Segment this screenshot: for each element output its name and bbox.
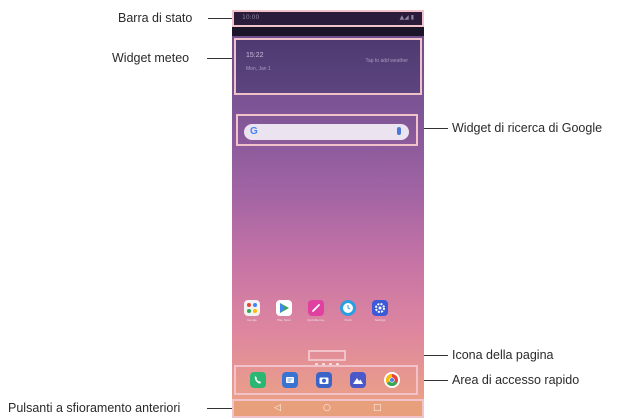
status-bar-shade xyxy=(232,26,424,36)
callout-box-page-icon xyxy=(308,350,346,361)
leader-front-touch-buttons xyxy=(207,408,234,409)
app-label-google: Google xyxy=(247,318,257,322)
label-front-touch-buttons: Pulsanti a sfioramento anteriori xyxy=(8,401,181,415)
callout-box-google-search xyxy=(236,114,418,146)
label-status-bar: Barra di stato xyxy=(118,11,193,25)
play-store-icon[interactable] xyxy=(276,300,292,316)
app-label-quickmemo: QuickMemo+ xyxy=(307,318,325,322)
google-folder-icon[interactable] xyxy=(244,300,260,316)
callout-box-status-bar xyxy=(232,10,424,27)
callout-box-weather-widget xyxy=(234,38,422,95)
label-google-search-widget: Widget di ricerca di Google xyxy=(452,121,603,135)
callout-box-front-touch-buttons xyxy=(232,399,424,418)
app-label-settings: Settings xyxy=(374,318,386,322)
app-label-play-store: Play Store xyxy=(277,318,291,322)
clock-icon[interactable] xyxy=(340,300,356,316)
callout-box-quick-access xyxy=(234,365,418,395)
leader-weather-widget xyxy=(207,58,234,59)
label-page-icon: Icona della pagina xyxy=(452,348,554,362)
quickmemo-icon[interactable] xyxy=(308,300,324,316)
settings-gear-icon[interactable] xyxy=(372,300,388,316)
label-weather-widget: Widget meteo xyxy=(112,51,190,65)
app-label-clock: Clock xyxy=(344,318,352,322)
label-quick-access-area: Area di accesso rapido xyxy=(452,373,580,387)
leader-status-bar xyxy=(208,18,234,19)
